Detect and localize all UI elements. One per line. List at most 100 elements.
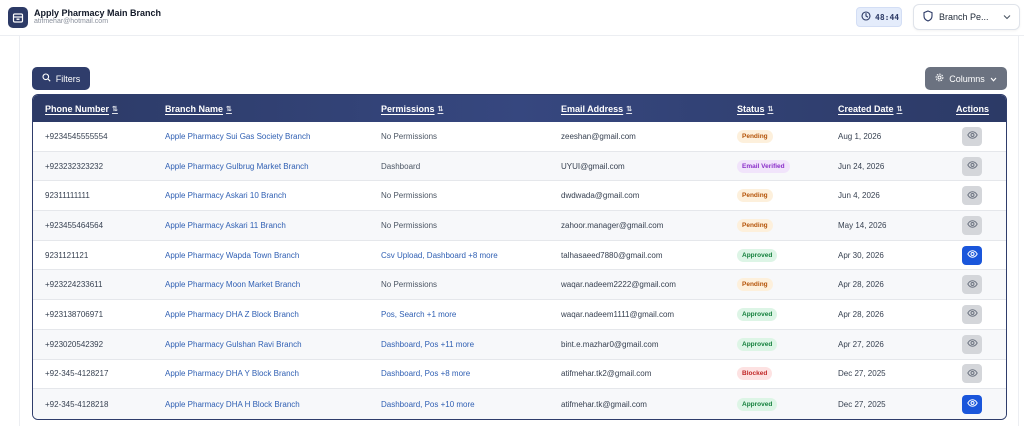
actions-cell [962, 181, 982, 210]
view-button[interactable] [962, 364, 982, 384]
branch-name-link[interactable]: Apple Pharmacy DHA Y Block Branch [165, 360, 299, 389]
phone-cell: +923020542392 [45, 339, 104, 349]
branch-name-link[interactable]: Apple Pharmacy Gulshan Ravi Branch [165, 330, 302, 359]
search-icon [42, 73, 51, 84]
permissions-cell[interactable]: Pos, Search +1 more [381, 300, 456, 329]
view-button[interactable] [962, 215, 982, 235]
branch-name-link[interactable]: Apple Pharmacy Askari 10 Branch [165, 181, 286, 210]
phone-cell: 92311111111 [45, 191, 90, 201]
status-badge: Pending [737, 129, 773, 143]
permissions-cell: Dashboard [381, 161, 421, 171]
filters-label: Filters [55, 73, 81, 84]
gear-icon [935, 73, 944, 84]
branch-selector[interactable]: Branch Pe... [913, 4, 1020, 30]
actions-cell [962, 270, 982, 299]
actions-cell [962, 330, 982, 359]
actions-cell [962, 300, 982, 329]
view-button[interactable] [962, 126, 982, 146]
table-header: Phone Number ⇅ Branch Name ⇅ Permissions ⇅ … [33, 95, 1006, 122]
email-cell: dwdwada@gmail.com [561, 191, 640, 201]
phone-cell: +923455464564 [45, 220, 104, 230]
branch-name-link[interactable]: Apple Pharmacy DHA Z Block Branch [165, 300, 299, 329]
table-row: 9231121121 Apple Pharmacy Wapda Town Bran… [33, 241, 1006, 271]
view-button[interactable] [962, 334, 982, 354]
status-cell: Approved [737, 241, 778, 270]
table-row: +92-345-4128217 Apple Pharmacy DHA Y Bloc… [33, 360, 1006, 390]
branch-name-link[interactable]: Apple Pharmacy Sui Gas Society Branch [165, 122, 310, 151]
permissions-cell[interactable]: Dashboard, Pos +11 more [381, 330, 474, 359]
shield-icon [923, 10, 933, 24]
branch-name-link[interactable]: Apple Pharmacy Gulbrug Market Branch [165, 152, 309, 181]
email-cell: zeeshan@gmail.com [561, 131, 636, 141]
created-date-cell: Jun 4, 2026 [838, 191, 880, 201]
email-cell: waqar.nadeem1111@gmail.com [561, 309, 675, 319]
email-cell: waqar.nadeem2222@gmail.com [561, 280, 676, 290]
branch-name-link[interactable]: Apple Pharmacy DHA H Block Branch [165, 389, 300, 419]
branch-name-link[interactable]: Apple Pharmacy Wapda Town Branch [165, 241, 299, 270]
view-button[interactable] [962, 304, 982, 324]
app-title: Apply Pharmacy Main Branch [34, 8, 162, 18]
branch-name-link[interactable]: Apple Pharmacy Moon Market Branch [165, 270, 300, 299]
actions-cell [962, 122, 982, 151]
chevron-down-icon [1003, 12, 1011, 22]
permissions-cell: No Permissions [381, 280, 438, 290]
status-cell: Approved [737, 389, 778, 419]
column-header-actions: Actions [956, 103, 990, 114]
view-button[interactable] [962, 156, 982, 176]
created-date-cell: Apr 27, 2026 [838, 339, 884, 349]
phone-cell: +92-345-4128217 [45, 369, 109, 379]
column-header-branch[interactable]: Branch Name ⇅ [165, 95, 232, 122]
filters-button[interactable]: Filters [32, 67, 90, 90]
status-badge: Approved [737, 307, 778, 321]
created-date-cell: Jun 24, 2026 [838, 161, 885, 171]
status-badge: Approved [737, 248, 778, 262]
created-date-cell: Aug 1, 2026 [838, 131, 882, 141]
eye-icon [966, 369, 978, 379]
column-header-status[interactable]: Status ⇅ [737, 95, 773, 122]
permissions-cell: No Permissions [381, 220, 438, 230]
email-cell: bint.e.mazhar0@gmail.com [561, 339, 659, 349]
created-date-cell: May 14, 2026 [838, 220, 887, 230]
status-badge: Blocked [737, 367, 773, 381]
email-cell: zahoor.manager@gmail.com [561, 220, 664, 230]
column-header-email[interactable]: Email Address ⇅ [561, 95, 632, 122]
branch-name-link[interactable]: Apple Pharmacy Askari 11 Branch [165, 211, 286, 240]
created-date-cell: Apr 28, 2026 [838, 309, 884, 319]
column-header-permissions[interactable]: Permissions ⇅ [381, 95, 443, 122]
table-row: +923232323232 Apple Pharmacy Gulbrug Mark… [33, 151, 1006, 182]
eye-icon [966, 399, 978, 409]
column-header-created-date[interactable]: Created Date ⇅ [838, 95, 902, 122]
view-button[interactable] [962, 394, 982, 414]
sort-icon: ⇅ [226, 105, 232, 113]
status-cell: Approved [737, 300, 778, 329]
columns-button[interactable]: Columns [925, 67, 1007, 90]
actions-cell [962, 241, 982, 270]
created-date-cell: Apr 28, 2026 [838, 280, 884, 290]
sort-icon: ⇅ [437, 105, 444, 113]
view-button[interactable] [962, 186, 982, 206]
permissions-cell[interactable]: Dashboard, Pos +8 more [381, 360, 470, 389]
view-button[interactable] [962, 275, 982, 295]
status-badge: Pending [737, 278, 773, 292]
table-row: +923138706971 Apple Pharmacy DHA Z Block … [33, 300, 1006, 330]
columns-label: Columns [949, 73, 985, 84]
table-row: +923455464564 Apple Pharmacy Askari 11 Br… [33, 211, 1006, 241]
status-cell: Pending [737, 211, 773, 240]
table-row: +923224233611 Apple Pharmacy Moon Market … [33, 270, 1006, 301]
table-row: +923020542392 Apple Pharmacy Gulshan Ravi… [33, 329, 1006, 360]
permissions-cell[interactable]: Csv Upload, Dashboard +8 more [381, 241, 498, 270]
permissions-cell: No Permissions [381, 131, 438, 141]
user-email: atifmehar@hotmail.com [34, 18, 109, 25]
permissions-cell: No Permissions [381, 191, 438, 201]
created-date-cell: Dec 27, 2025 [838, 399, 886, 409]
status-badge: Pending [737, 218, 773, 232]
permissions-cell[interactable]: Dashboard, Pos +10 more [381, 389, 475, 419]
email-cell: UYUI@gmail.com [561, 161, 625, 171]
status-badge: Approved [737, 337, 778, 351]
status-badge: Email Verified [737, 159, 790, 173]
branch-selector-label: Branch Pe... [939, 12, 989, 22]
view-button[interactable] [962, 245, 982, 265]
eye-icon [966, 131, 978, 141]
session-timer: 48:44 [856, 7, 902, 27]
column-header-phone[interactable]: Phone Number ⇅ [45, 95, 118, 122]
